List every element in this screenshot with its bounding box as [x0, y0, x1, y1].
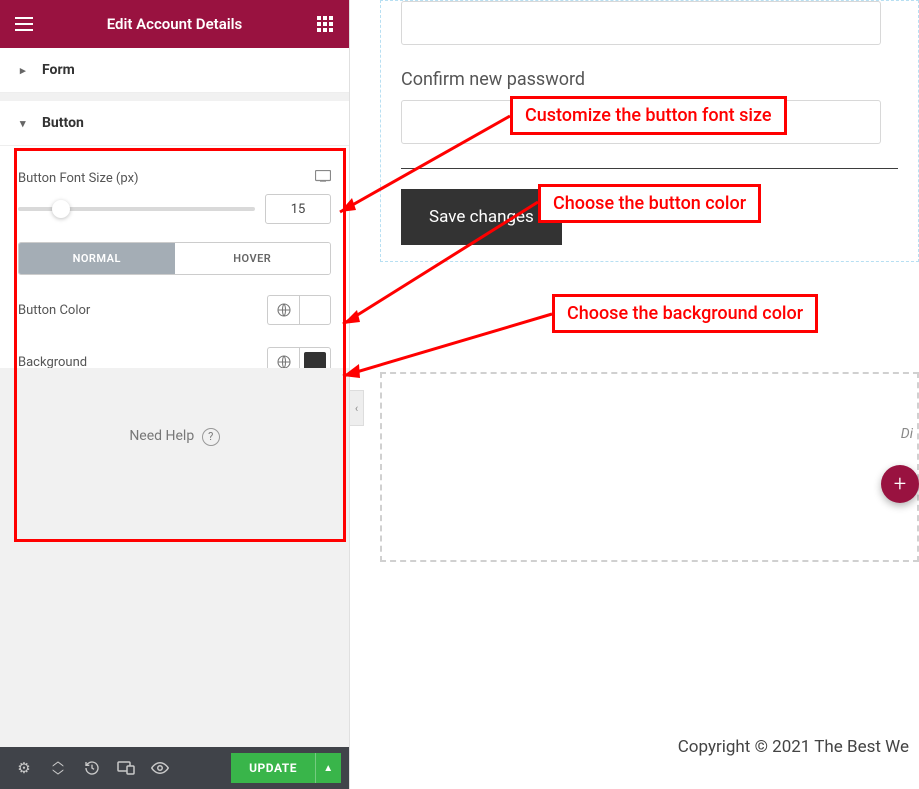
confirm-password-label: Confirm new password: [401, 69, 898, 90]
drop-hint: Di: [901, 426, 913, 442]
annotation-font-label: Customize the button font size: [510, 96, 787, 135]
update-button[interactable]: UPDATE: [231, 753, 315, 783]
section-button[interactable]: Button: [0, 101, 349, 146]
navigator-icon[interactable]: [42, 747, 74, 789]
drop-widget-zone[interactable]: Di: [380, 372, 919, 562]
settings-icon[interactable]: ⚙: [8, 747, 40, 789]
copyright-text: Copyright © 2021 The Best We: [678, 737, 909, 757]
history-icon[interactable]: [76, 747, 108, 789]
section-form[interactable]: Form: [0, 48, 349, 93]
preview-icon[interactable]: [144, 747, 176, 789]
sidebar-footer: ⚙ UPDATE ▲: [0, 747, 349, 789]
sidebar-header: Edit Account Details: [0, 0, 349, 48]
annotation-bg-label: Choose the background color: [552, 294, 818, 333]
annotation-color-label: Choose the button color: [538, 184, 761, 223]
annotation-box-main: [14, 148, 346, 542]
panel-title: Edit Account Details: [107, 15, 243, 33]
password-field[interactable]: [401, 1, 881, 45]
caret-right-icon: [20, 62, 30, 78]
section-form-label: Form: [42, 62, 75, 78]
section-button-label: Button: [42, 115, 84, 131]
menu-icon[interactable]: [12, 12, 36, 36]
collapse-sidebar-handle[interactable]: ‹: [350, 390, 364, 426]
responsive-mode-icon[interactable]: [110, 747, 142, 789]
add-widget-fab[interactable]: +: [881, 465, 919, 503]
apps-grid-icon[interactable]: [313, 12, 337, 36]
caret-down-icon: [20, 115, 30, 131]
update-dropdown[interactable]: ▲: [315, 753, 341, 783]
